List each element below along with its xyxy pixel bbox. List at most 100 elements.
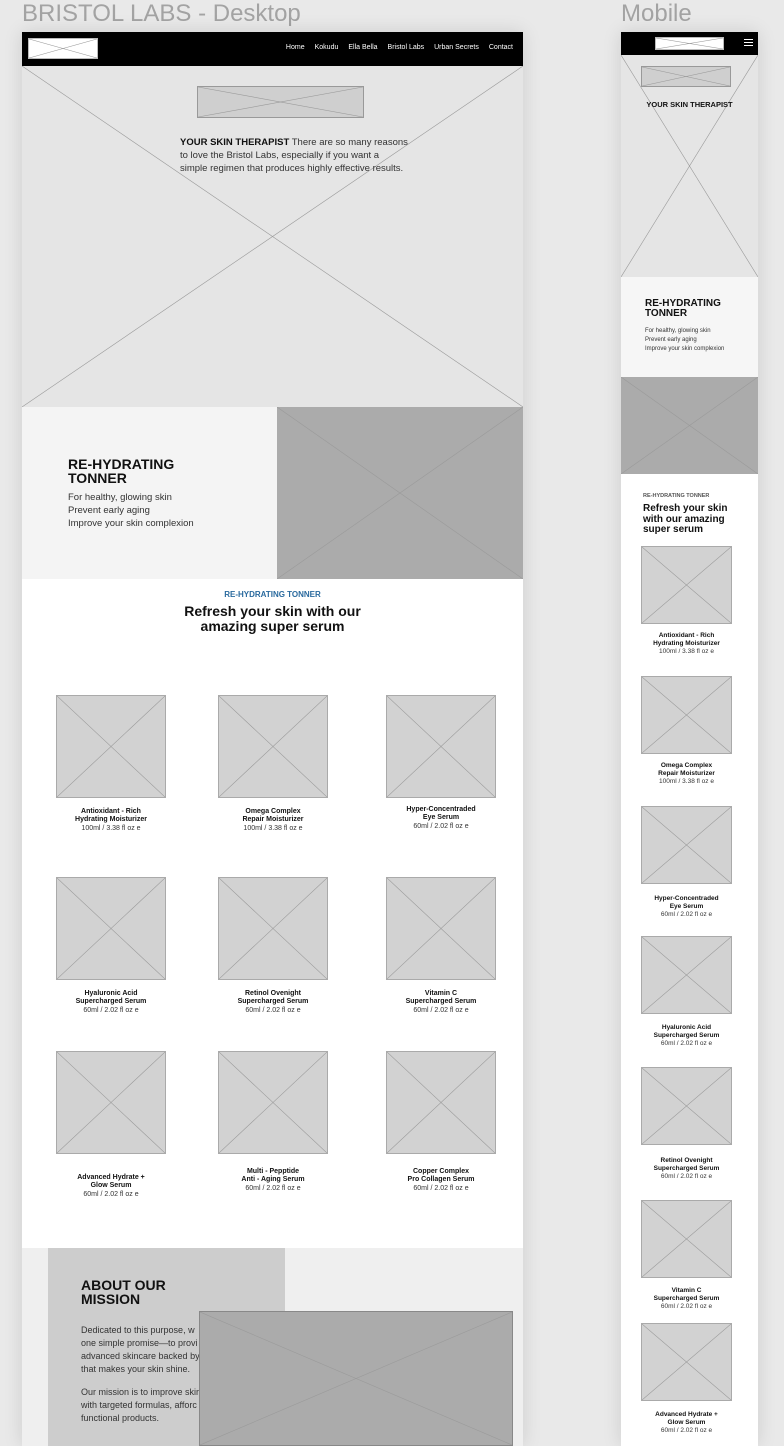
tonner-section: RE-HYDRATING TONNER For healthy, glowing… (22, 407, 523, 579)
product-image-placeholder (386, 695, 496, 798)
nav-item-ella-bella[interactable]: Ella Bella (348, 44, 377, 51)
nav-item-home[interactable]: Home (286, 44, 305, 51)
product-size: 60ml / 2.02 fl oz e (245, 1007, 301, 1014)
product-name-line-1: Hyper-Concentraded (654, 895, 719, 902)
hero-banner-placeholder (197, 86, 364, 118)
nav-item-kokudu[interactable]: Kokudu (315, 44, 339, 51)
product-image-placeholder (641, 1067, 732, 1145)
product-card[interactable]: Vitamin C Supercharged Serum 60ml / 2.02 … (386, 877, 496, 1015)
product-image-placeholder (641, 1200, 732, 1278)
mission-image-placeholder (199, 1311, 513, 1446)
nav-item-bristol-labs[interactable]: Bristol Labs (388, 44, 425, 51)
product-size: 100ml / 3.38 fl oz e (243, 825, 303, 832)
mobile-hero-banner-placeholder (641, 66, 731, 87)
product-image-placeholder (218, 1051, 328, 1154)
mobile-product-card[interactable]: Retinol Ovenight Supercharged Serum 60ml … (641, 1067, 732, 1181)
mobile-hero-title: YOUR SKIN THERAPIST (646, 100, 733, 109)
mobile-product-card[interactable]: Hyaluronic Acid Supercharged Serum 60ml /… (641, 936, 732, 1048)
hero-image-placeholder: YOUR SKIN THERAPIST There are so many re… (22, 66, 523, 407)
product-image-placeholder (641, 1323, 732, 1401)
product-size: 60ml / 2.02 fl oz e (660, 1040, 713, 1047)
product-size: 60ml / 2.02 fl oz e (660, 1427, 713, 1434)
product-name-line-1: Omega Complex (245, 808, 301, 815)
product-card[interactable]: Copper Complex Pro Collagen Serum 60ml / … (386, 1051, 496, 1193)
tonner-benefit: Improve your skin complexion (68, 518, 194, 529)
product-name-line-2: Anti - Aging Serum (241, 1176, 305, 1183)
product-size: 60ml / 2.02 fl oz e (660, 1303, 713, 1310)
product-image-placeholder (56, 877, 166, 980)
nav-menu: Home Kokudu Ella Bella Bristol Labs Urba… (286, 44, 513, 51)
product-image-placeholder (641, 936, 732, 1014)
hero-text: YOUR SKIN THERAPIST There are so many re… (180, 136, 408, 175)
product-name-line-2: Repair Moisturizer (658, 770, 715, 777)
product-name-line-1: Hyaluronic Acid (661, 1024, 712, 1031)
tonner-title: RE-HYDRATING TONNER (68, 456, 175, 486)
mission-section: ABOUT OUR MISSION Dedicated to this purp… (22, 1248, 523, 1446)
product-size: 60ml / 2.02 fl oz e (660, 1173, 713, 1180)
product-card[interactable]: Multi - Pepptide Anti - Aging Serum 60ml … (218, 1051, 328, 1193)
product-size: 60ml / 2.02 fl oz e (245, 1185, 301, 1192)
desktop-frame: Home Kokudu Ella Bella Bristol Labs Urba… (22, 32, 523, 1446)
products-subtitle: RE-HYDRATING TONNER (224, 590, 321, 599)
mobile-product-card[interactable]: Advanced Hydrate + Glow Serum 60ml / 2.02… (641, 1323, 732, 1435)
product-name-line-2: Glow Serum (667, 1419, 706, 1426)
mobile-hero-image-placeholder: YOUR SKIN THERAPIST (621, 55, 758, 277)
hero-title: YOUR SKIN THERAPIST (180, 137, 290, 148)
product-name-line-2: Supercharged Serum (653, 1032, 720, 1039)
product-name-line-2: Supercharged Serum (75, 998, 147, 1005)
tonner-benefits: For healthy, glowing skin Prevent early … (68, 491, 194, 530)
mobile-product-card[interactable]: Antioxidant - Rich Hydrating Moisturizer … (641, 546, 732, 656)
product-image-placeholder (386, 877, 496, 980)
product-name-line-2: Eye Serum (669, 903, 704, 910)
product-name-line-1: Vitamin C (671, 1287, 702, 1294)
product-name-line-2: Supercharged Serum (237, 998, 309, 1005)
product-name-line-2: Glow Serum (90, 1182, 132, 1189)
product-size: 60ml / 2.02 fl oz e (413, 1185, 469, 1192)
product-card[interactable]: Omega Complex Repair Moisturizer 100ml / … (218, 695, 328, 833)
product-size: 100ml / 3.38 fl oz e (659, 778, 714, 785)
product-name-line-2: Repair Moisturizer (242, 816, 304, 823)
nav-item-contact[interactable]: Contact (489, 44, 513, 51)
product-name-line-2: Pro Collagen Serum (407, 1176, 475, 1183)
mission-title: ABOUT OUR MISSION (81, 1277, 166, 1307)
mobile-product-card[interactable]: Omega Complex Repair Moisturizer 100ml / … (641, 676, 732, 786)
product-name-line-2: Eye Serum (422, 814, 460, 821)
hamburger-menu-icon[interactable] (744, 38, 753, 47)
product-card[interactable]: Hyper-Concentraded Eye Serum 60ml / 2.02 … (386, 695, 496, 831)
desktop-frame-label: BRISTOL LABS - Desktop (22, 0, 301, 27)
product-size: 60ml / 2.02 fl oz e (413, 823, 469, 830)
top-navbar: Home Kokudu Ella Bella Bristol Labs Urba… (22, 32, 523, 66)
product-card[interactable]: Hyaluronic Acid Supercharged Serum 60ml /… (56, 877, 166, 1015)
mobile-navbar (621, 32, 758, 55)
mobile-product-card[interactable]: Hyper-Concentraded Eye Serum 60ml / 2.02 … (641, 806, 732, 919)
product-name-line-1: Multi - Pepptide (246, 1168, 300, 1175)
product-name-line-1: Retinol Ovenight (245, 990, 301, 997)
tonner-benefit: Prevent early aging (645, 337, 697, 343)
mobile-frame-label: Mobile (621, 0, 692, 27)
products-title: Refresh your skin with our amazing super… (184, 603, 361, 634)
product-size: 60ml / 2.02 fl oz e (83, 1191, 139, 1198)
product-name-line-2: Supercharged Serum (653, 1165, 720, 1172)
product-name-line-1: Hyaluronic Acid (84, 990, 138, 997)
mobile-tonner-benefits: For healthy, glowing skin Prevent early … (645, 327, 724, 354)
product-image-placeholder (56, 695, 166, 798)
product-image-placeholder (218, 695, 328, 798)
product-card[interactable]: Antioxidant - Rich Hydrating Moisturizer … (56, 695, 166, 833)
nav-item-urban-secrets[interactable]: Urban Secrets (434, 44, 479, 51)
mobile-logo-placeholder[interactable] (655, 37, 724, 50)
product-image-placeholder (386, 1051, 496, 1154)
mobile-tonner-image-placeholder (621, 377, 758, 474)
logo-placeholder[interactable] (28, 38, 98, 59)
product-size: 60ml / 2.02 fl oz e (83, 1007, 139, 1014)
product-image-placeholder (641, 676, 732, 754)
product-card[interactable]: Retinol Ovenight Supercharged Serum 60ml … (218, 877, 328, 1015)
product-size: 100ml / 3.38 fl oz e (81, 825, 141, 832)
tonner-benefit: For healthy, glowing skin (68, 492, 172, 503)
mobile-product-card[interactable]: Vitamin C Supercharged Serum 60ml / 2.02 … (641, 1200, 732, 1311)
product-card[interactable]: Advanced Hydrate + Glow Serum 60ml / 2.02… (56, 1051, 166, 1199)
product-name-line-1: Antioxidant - Rich (658, 632, 715, 639)
mobile-products-title: Refresh your skin with our amazing super… (643, 503, 728, 535)
mobile-frame: YOUR SKIN THERAPIST RE-HYDRATING TONNER … (621, 32, 758, 1446)
product-size: 60ml / 2.02 fl oz e (413, 1007, 469, 1014)
mobile-tonner-title: RE-HYDRATING TONNER (645, 298, 721, 319)
